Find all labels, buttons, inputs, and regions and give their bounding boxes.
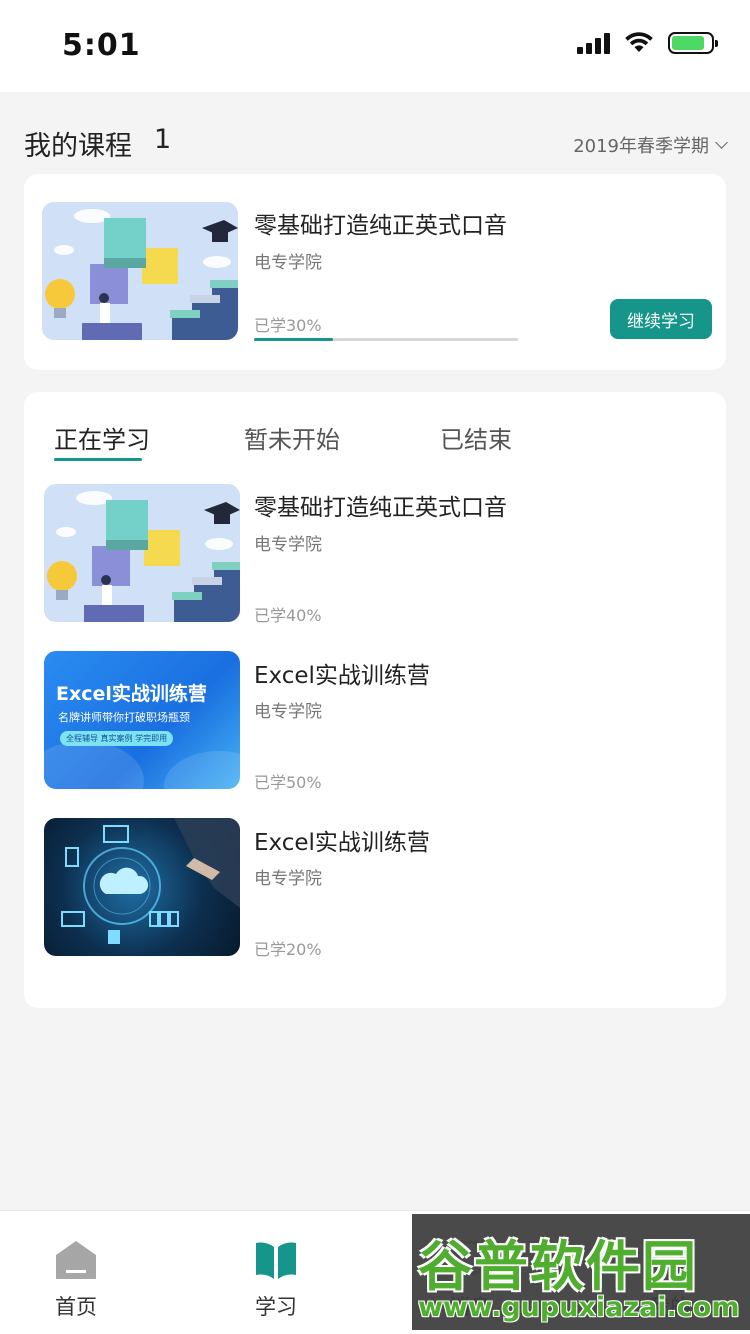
banner-headline: Excel实战训练营	[56, 683, 207, 705]
tabbar-label-learn: 学习	[255, 1295, 297, 1319]
course-list-card: 正在学习 暂未开始 已结束 零基础打造纯正英式口音 电专学院 已学40% Exc…	[24, 392, 726, 1008]
course-title[interactable]: 零基础打造纯正英式口音	[254, 488, 507, 522]
featured-course-title[interactable]: 零基础打造纯正英式口音	[254, 206, 507, 240]
banner-tag: 全程辅导 真实案例 学完即用	[60, 731, 174, 746]
watermark-brand: 谷普软件园	[418, 1235, 698, 1298]
featured-course-school: 电专学院	[254, 253, 322, 273]
active-tab-indicator	[54, 458, 142, 461]
status-time: 5:01	[62, 28, 141, 63]
course-thumbnail: Excel实战训练营 名牌讲师带你打破职场瓶颈 全程辅导 真实案例 学完即用	[44, 651, 240, 789]
featured-course-card[interactable]: 零基础打造纯正英式口音 电专学院 已学30% 继续学习	[24, 174, 726, 370]
featured-course-thumbnail	[42, 202, 238, 340]
course-school: 电专学院	[254, 702, 322, 722]
book-icon	[256, 1242, 296, 1279]
status-bar: 5:01	[0, 0, 750, 92]
course-school: 电专学院	[254, 869, 322, 889]
tab-not-started[interactable]: 暂未开始	[244, 420, 340, 455]
battery-level	[672, 36, 705, 50]
wifi-icon	[625, 32, 653, 52]
featured-course-progress-bar	[254, 338, 518, 341]
course-thumbnail	[44, 484, 240, 622]
cellular-signal-icon	[577, 32, 610, 54]
chevron-down-icon	[715, 136, 728, 149]
my-courses-count: 1	[154, 124, 172, 155]
watermark: 谷普软件园 www.gupuxiazai.com	[412, 1214, 750, 1330]
semester-label: 2019年春季学期	[573, 136, 709, 157]
course-progress-text: 已学40%	[254, 606, 322, 625]
banner-subline: 名牌讲师带你打破职场瓶颈	[58, 711, 190, 724]
tab-ended[interactable]: 已结束	[440, 420, 512, 455]
my-courses-header: 我的课程 1 2019年春季学期	[24, 124, 728, 164]
continue-learning-button[interactable]: 继续学习	[610, 299, 712, 339]
semester-selector[interactable]: 2019年春季学期	[573, 132, 728, 158]
watermark-url: www.gupuxiazai.com	[418, 1292, 740, 1323]
battery-icon	[668, 32, 718, 54]
tab-in-progress[interactable]: 正在学习	[54, 420, 150, 455]
course-school: 电专学院	[254, 535, 322, 555]
course-title[interactable]: Excel实战训练营	[254, 823, 430, 857]
course-thumbnail	[44, 818, 240, 956]
featured-course-progress-fill	[254, 338, 334, 341]
home-icon	[56, 1241, 96, 1279]
status-icons	[577, 32, 718, 54]
featured-course-progress-text: 已学30%	[254, 316, 322, 335]
course-progress-text: 已学20%	[254, 940, 322, 959]
my-courses-title: 我的课程	[24, 131, 132, 162]
course-title[interactable]: Excel实战训练营	[254, 656, 430, 690]
tabbar-item-home[interactable]: 首页	[26, 1239, 126, 1321]
course-progress-text: 已学50%	[254, 773, 322, 792]
tabbar-label-home: 首页	[55, 1295, 97, 1319]
tabbar-item-learn[interactable]: 学习	[226, 1239, 326, 1321]
